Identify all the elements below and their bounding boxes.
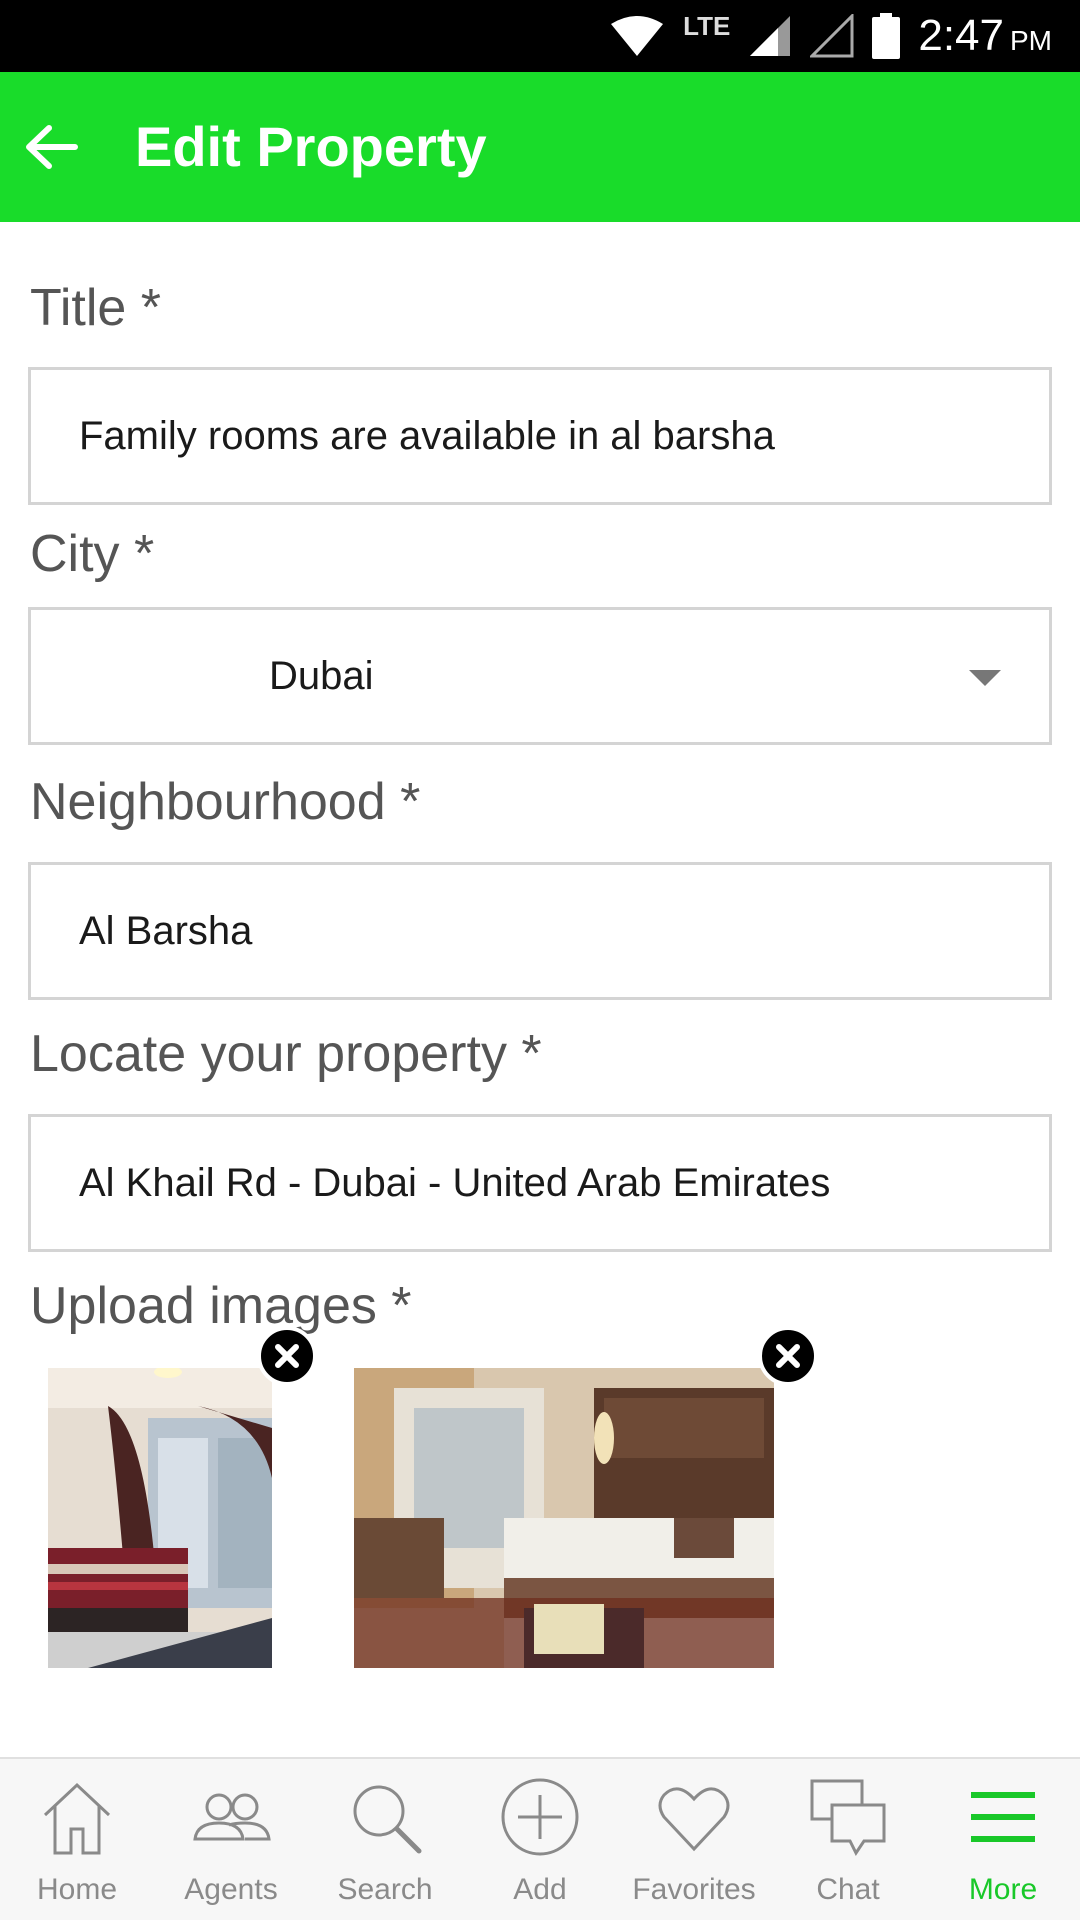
location-label: Locate your property *: [30, 1025, 542, 1083]
close-icon: [275, 1344, 299, 1368]
back-button[interactable]: [18, 114, 84, 180]
chat-icon: [810, 1779, 886, 1856]
nav-home-label: Home: [36, 1873, 118, 1906]
bedroom-photo-2-image: [354, 1368, 774, 1668]
search-icon: [353, 1785, 422, 1854]
bedroom-photo-1[interactable]: [48, 1368, 272, 1668]
nav-favorites[interactable]: Favorites: [617, 1759, 771, 1920]
nav-add-label: Add: [513, 1873, 567, 1906]
close-icon: [776, 1344, 800, 1368]
nav-more[interactable]: More: [926, 1759, 1080, 1920]
dropdown-caret-icon: [969, 670, 1001, 686]
clock-ampm: PM: [1010, 25, 1052, 56]
city-dropdown[interactable]: Dubai: [28, 607, 1052, 745]
page-title: Edit Property: [135, 115, 487, 178]
nav-add[interactable]: Add: [463, 1759, 617, 1920]
neighbourhood-input-value: Al Barsha: [79, 909, 253, 953]
network-type: LTE: [683, 10, 731, 41]
status-bar: LTE 2:47 PM: [0, 0, 1080, 72]
title-input[interactable]: Family rooms are available in al barsha: [28, 367, 1052, 505]
bedroom-photo-2[interactable]: [354, 1368, 774, 1668]
nav-search[interactable]: Search: [308, 1759, 462, 1920]
heart-icon: [658, 1787, 730, 1852]
arrow-left-icon: [26, 125, 78, 169]
add-icon: [501, 1778, 579, 1856]
clock-time: 2:47: [918, 11, 1004, 60]
clock: 2:47 PM: [918, 11, 1052, 61]
upload-images-label: Upload images *: [30, 1277, 412, 1335]
bedroom-photo-1-image: [48, 1368, 272, 1668]
nav-favorites-label: Favorites: [632, 1873, 756, 1906]
home-icon: [43, 1782, 111, 1855]
status-icons: LTE 2:47 PM: [609, 0, 1052, 72]
location-input[interactable]: Al Khail Rd - Dubai - United Arab Emirat…: [28, 1114, 1052, 1252]
city-dropdown-value: Dubai: [269, 654, 374, 698]
signal-icon: [750, 16, 791, 56]
nav-agents-label: Agents: [184, 1873, 278, 1906]
agents-icon: [193, 1793, 271, 1841]
city-label: City *: [30, 525, 155, 583]
title-label: Title *: [30, 279, 161, 337]
neighbourhood-input[interactable]: Al Barsha: [28, 862, 1052, 1000]
remove-image-2-button[interactable]: [758, 1326, 818, 1386]
wifi-icon: [611, 16, 664, 56]
app-bar: Edit Property: [0, 72, 1080, 222]
nav-agents[interactable]: Agents: [154, 1759, 308, 1920]
menu-icon: [971, 1792, 1035, 1842]
title-input-value: Family rooms are available in al barsha: [79, 414, 775, 458]
nav-search-label: Search: [337, 1873, 433, 1906]
signal-empty-icon: [810, 14, 854, 58]
nav-more-label: More: [968, 1873, 1038, 1906]
location-input-value: Al Khail Rd - Dubai - United Arab Emirat…: [79, 1161, 831, 1205]
nav-home[interactable]: Home: [0, 1759, 154, 1920]
remove-image-1-button[interactable]: [257, 1326, 317, 1386]
neighbourhood-label: Neighbourhood *: [30, 773, 421, 831]
nav-chat[interactable]: Chat: [771, 1759, 925, 1920]
nav-chat-label: Chat: [816, 1873, 880, 1906]
battery-icon: [872, 13, 901, 59]
bottom-navigation: Home Agents Search Add Favorites Chat Mo…: [0, 1757, 1080, 1920]
